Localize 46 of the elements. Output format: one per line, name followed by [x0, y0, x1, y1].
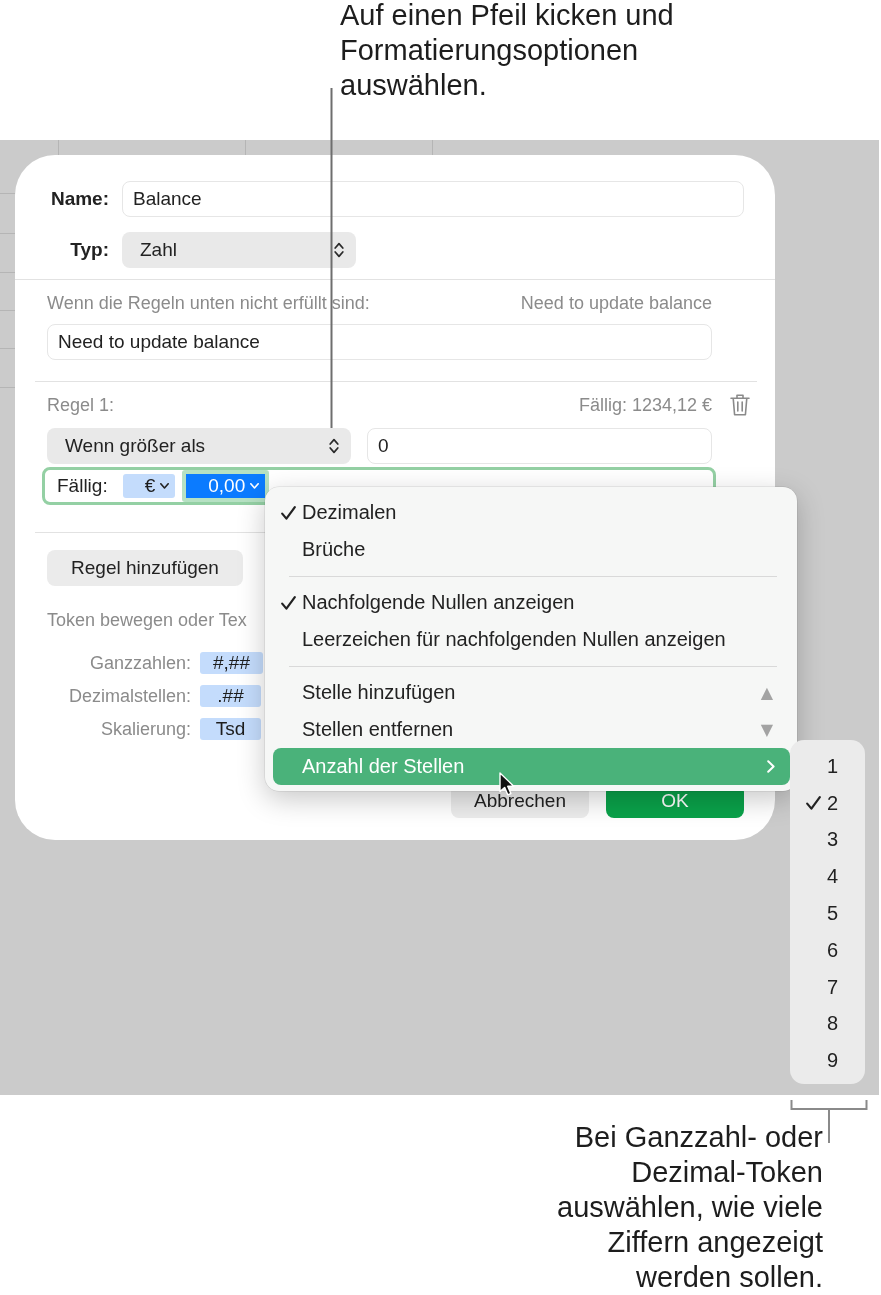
name-field[interactable]: Balance: [122, 181, 744, 217]
format-token[interactable]: #,##: [200, 652, 263, 674]
chevron-down-icon: [160, 483, 170, 489]
chevron-down-icon: [250, 483, 260, 489]
type-label: Typ:: [69, 239, 109, 261]
format-token[interactable]: 0,00: [182, 470, 270, 502]
stepper-icon: [334, 242, 344, 258]
format-label: Fällig:: [57, 475, 108, 497]
submenu-item[interactable]: 6: [790, 932, 865, 969]
format-token[interactable]: Tsd: [200, 718, 261, 740]
fallback-preview: Need to update balance: [520, 293, 712, 313]
menu-item[interactable]: Stellen entfernen ▼: [273, 711, 790, 748]
callout-text: Bei Ganzzahl- oder Dezimal-Token auswählen, wie viele Ziffern angezeigt werden sollen.: [557, 1120, 823, 1295]
rule-title: Regel 1:: [47, 395, 115, 415]
format-token[interactable]: .##: [200, 685, 261, 707]
value-field[interactable]: 0: [367, 428, 712, 464]
name-label: Name:: [49, 188, 109, 210]
hint-text: Token bewegen oder Tex: [47, 610, 247, 630]
stepper-icon: [329, 438, 339, 454]
chevron-right-icon: [767, 760, 775, 773]
type-select[interactable]: Zahl: [122, 232, 356, 268]
add-rule-button[interactable]: Regel hinzufügen: [47, 550, 243, 586]
menu-item[interactable]: Leerzeichen für nachfolgenden Nullen anzeigen: [273, 621, 790, 658]
submenu-item[interactable]: 3: [790, 821, 865, 859]
menu-item[interactable]: Stelle hinzufügen ▲: [273, 674, 790, 711]
rule-preview: Fällig: 1234,12 €: [578, 395, 712, 415]
menu-item[interactable]: Brüche: [273, 531, 790, 568]
fallback-field[interactable]: Need to update balance: [47, 324, 712, 360]
submenu-item[interactable]: 8: [790, 1005, 865, 1043]
submenu-item[interactable]: 4: [790, 858, 865, 896]
menu-item[interactable]: Nachfolgende Nullen anzeigen: [273, 584, 790, 621]
condition-select[interactable]: Wenn größer als: [47, 428, 351, 464]
submenu-item[interactable]: 7: [790, 968, 865, 1006]
token-row-label: Dezimalstellen:: [67, 686, 191, 706]
submenu-item[interactable]: 1: [790, 748, 865, 785]
submenu-item[interactable]: 2: [790, 784, 865, 822]
checkmark-icon: [281, 595, 296, 610]
checkmark-icon: [806, 796, 821, 811]
checkmark-icon: [281, 505, 296, 520]
token-row-label: Skalierung:: [99, 719, 191, 739]
trash-icon[interactable]: [730, 394, 750, 416]
format-token[interactable]: €: [122, 474, 176, 498]
token-row-label: Ganzzahlen:: [88, 653, 191, 673]
callout-text: Auf einen Pfeil kicken und Formatierungsoptionen auswählen.: [340, 0, 674, 103]
submenu-item[interactable]: 9: [790, 1042, 865, 1080]
submenu-item[interactable]: 5: [790, 895, 865, 932]
